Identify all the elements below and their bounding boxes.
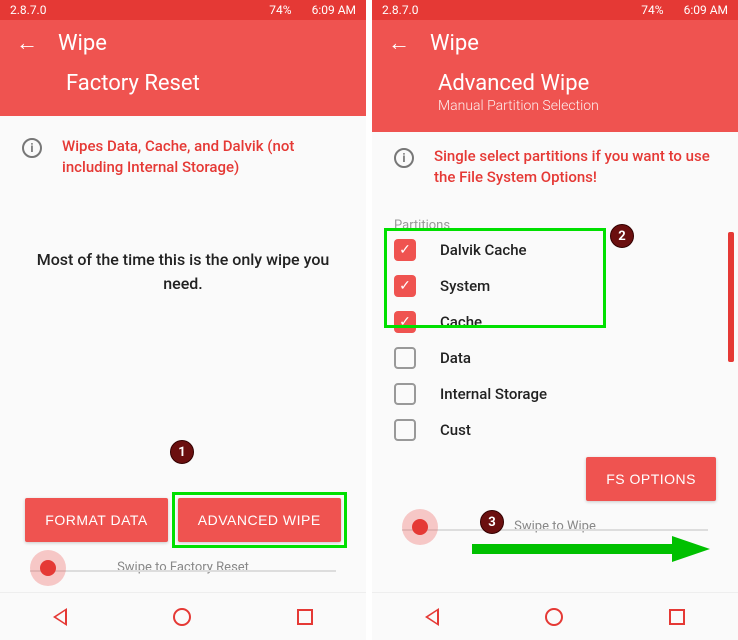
partition-item[interactable]: Internal Storage <box>394 381 716 407</box>
header: ← Wipe Factory Reset <box>0 20 366 116</box>
fs-options-button[interactable]: FS OPTIONS <box>586 457 716 501</box>
partition-label: Data <box>440 349 471 367</box>
advanced-wipe-button[interactable]: ADVANCED WIPE <box>178 498 341 542</box>
swipe-label: Swipe to Factory Reset <box>22 560 344 575</box>
nav-home-icon[interactable] <box>545 608 563 626</box>
scroll-indicator[interactable] <box>728 232 734 362</box>
page-title: Factory Reset <box>66 71 350 96</box>
swipe-handle[interactable] <box>30 550 66 586</box>
status-bar: 2.8.7.0 74% 6:09 AM <box>0 0 366 20</box>
clock-time: 6:09 AM <box>312 3 356 17</box>
swipe-handle[interactable] <box>402 509 438 545</box>
phone-screen-left: 2.8.7.0 74% 6:09 AM ← Wipe Factory Reset… <box>0 0 366 640</box>
swipe-label: Swipe to Wipe <box>394 519 716 534</box>
nav-bar <box>0 592 366 640</box>
swipe-slider[interactable]: Swipe to Wipe <box>394 511 716 543</box>
info-icon: i <box>22 138 42 158</box>
partition-item[interactable]: ✓ System <box>394 273 716 299</box>
app-version: 2.8.7.0 <box>382 3 418 17</box>
partition-item[interactable]: ✓ Cache <box>394 309 716 335</box>
phone-screen-right: 2.8.7.0 74% 6:09 AM ← Wipe Advanced Wipe… <box>372 0 738 640</box>
info-text: Wipes Data, Cache, and Dalvik (not inclu… <box>62 136 344 178</box>
back-arrow-icon[interactable]: ← <box>388 30 410 56</box>
partition-label: Cache <box>440 313 482 331</box>
page-subtitle: Manual Partition Selection <box>438 98 722 114</box>
partitions-label: Partitions <box>394 218 716 233</box>
header: ← Wipe Advanced Wipe Manual Partition Se… <box>372 20 738 132</box>
partition-label: Dalvik Cache <box>440 241 527 259</box>
annotation-badge-2: 2 <box>610 224 634 248</box>
nav-bar <box>372 592 738 640</box>
header-title: Wipe <box>430 31 479 56</box>
checkbox[interactable]: ✓ <box>394 275 416 297</box>
clock-time: 6:09 AM <box>684 3 728 17</box>
partition-item[interactable]: ✓ Dalvik Cache <box>394 237 716 263</box>
nav-recent-icon[interactable] <box>297 609 313 625</box>
partition-item[interactable]: Cust <box>394 417 716 443</box>
info-text: Single select partitions if you want to … <box>434 146 716 188</box>
back-arrow-icon[interactable]: ← <box>16 30 38 56</box>
checkbox[interactable] <box>394 419 416 441</box>
checkbox[interactable] <box>394 383 416 405</box>
nav-home-icon[interactable] <box>173 608 191 626</box>
checkbox[interactable] <box>394 347 416 369</box>
format-data-button[interactable]: FORMAT DATA <box>25 498 167 542</box>
partition-label: System <box>440 277 490 295</box>
body-text: Most of the time this is the only wipe y… <box>22 248 344 296</box>
app-version: 2.8.7.0 <box>10 3 46 17</box>
swipe-slider[interactable]: Swipe to Factory Reset <box>22 552 344 584</box>
battery-percent: 74% <box>269 3 291 17</box>
page-title: Advanced Wipe <box>438 71 722 96</box>
partition-label: Internal Storage <box>440 385 547 403</box>
partition-item[interactable]: Data <box>394 345 716 371</box>
annotation-badge-1: 1 <box>170 440 194 464</box>
partition-label: Cust <box>440 421 471 439</box>
checkbox[interactable]: ✓ <box>394 311 416 333</box>
content-area: i Wipes Data, Cache, and Dalvik (not inc… <box>0 116 366 592</box>
partition-list: ✓ Dalvik Cache ✓ System ✓ Cache Data Internal S… <box>394 237 716 443</box>
content-area: i Single select partitions if you want t… <box>372 132 738 592</box>
battery-percent: 74% <box>641 3 663 17</box>
annotation-badge-3: 3 <box>480 510 504 534</box>
nav-back-icon[interactable] <box>425 608 439 626</box>
header-title: Wipe <box>58 31 107 56</box>
status-bar: 2.8.7.0 74% 6:09 AM <box>372 0 738 20</box>
info-icon: i <box>394 148 414 168</box>
nav-recent-icon[interactable] <box>669 609 685 625</box>
checkbox[interactable]: ✓ <box>394 239 416 261</box>
nav-back-icon[interactable] <box>53 608 67 626</box>
